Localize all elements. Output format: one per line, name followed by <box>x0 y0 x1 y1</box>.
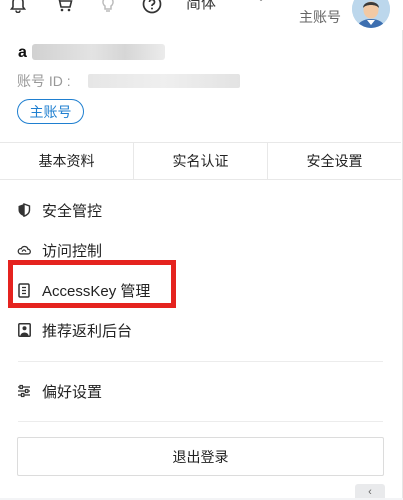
account-id-label: 账号 ID : <box>17 73 71 89</box>
user-info: a 账号 ID : 主账号 <box>0 30 401 142</box>
chevron-left-icon[interactable]: ‹ <box>355 484 385 498</box>
cloud-icon <box>17 243 31 257</box>
menu-item-referral-rebate[interactable]: 推荐返利后台 <box>0 310 401 350</box>
logout-button[interactable]: 退出登录 <box>17 437 384 476</box>
account-dropdown-panel: a 账号 ID : 主账号 基本资料 实名认证 安全设置 安全管控 访问控制 A… <box>0 30 403 498</box>
menu-item-preferences[interactable]: 偏好设置 <box>0 371 401 411</box>
menu-item-security-control[interactable]: 安全管控 <box>0 190 401 230</box>
username: a <box>18 44 27 61</box>
menu-item-label: 安全管控 <box>42 202 103 220</box>
shield-icon <box>17 203 31 217</box>
tab-security-settings[interactable]: 安全设置 <box>267 143 401 179</box>
menu-item-accesskey-management[interactable]: AccessKey 管理 <box>0 270 401 310</box>
redacted-account-id <box>88 74 240 88</box>
redacted-username <box>32 44 165 60</box>
sliders-icon <box>17 384 31 398</box>
avatar[interactable] <box>352 0 390 28</box>
menu-item-label: 偏好设置 <box>42 383 103 401</box>
key-card-icon <box>17 282 31 298</box>
menu-item-label: AccessKey 管理 <box>42 282 151 300</box>
lightbulb-icon[interactable] <box>98 0 118 14</box>
help-icon[interactable] <box>142 0 162 14</box>
menu-item-label: 访问控制 <box>42 242 103 260</box>
account-type-label: 主账号 <box>299 9 341 25</box>
menu-divider <box>18 421 383 422</box>
menu-divider <box>18 361 383 362</box>
tab-basic-info[interactable]: 基本资料 <box>0 143 133 179</box>
bell-icon[interactable] <box>8 0 28 14</box>
chevron-down-icon: ⌄ <box>256 0 266 4</box>
account-type-badge: 主账号 <box>17 99 84 124</box>
cart-icon[interactable] <box>54 0 74 14</box>
language-switch[interactable]: 简体 <box>186 0 216 14</box>
portrait-icon <box>17 323 31 337</box>
tab-real-name-verification[interactable]: 实名认证 <box>133 143 267 179</box>
menu-item-label: 推荐返利后台 <box>42 322 133 340</box>
profile-tabs: 基本资料 实名认证 安全设置 <box>0 142 401 180</box>
menu-item-access-control[interactable]: 访问控制 <box>0 230 401 270</box>
top-navbar: 简体 ⌄ 主账号 <box>0 0 403 30</box>
